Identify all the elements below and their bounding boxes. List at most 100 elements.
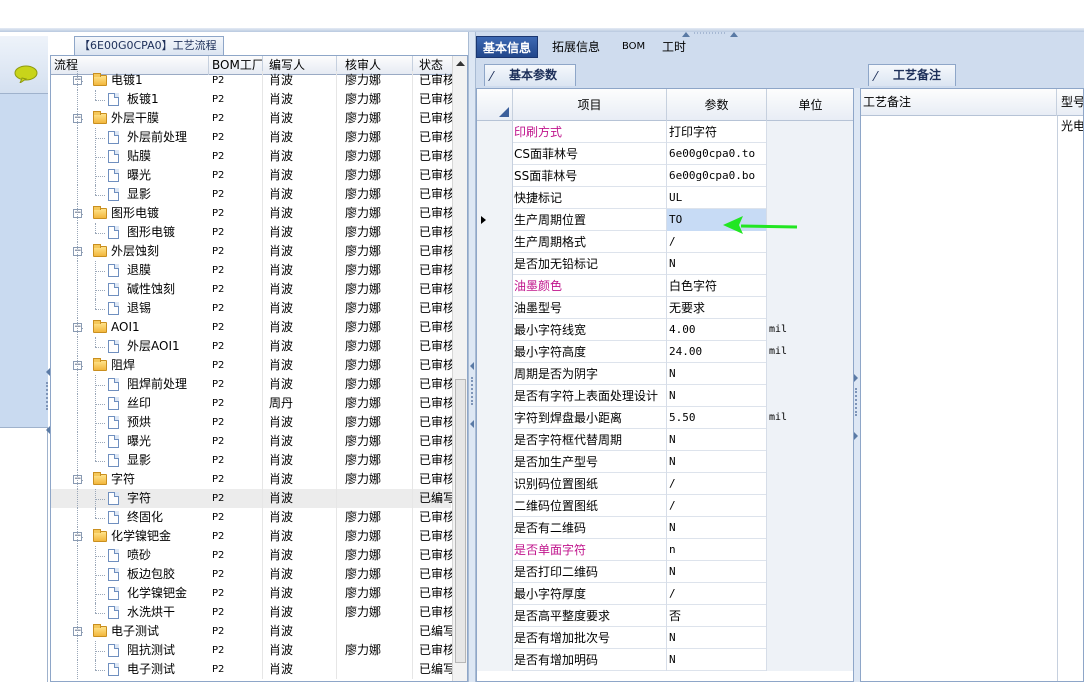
param-value[interactable]: N (667, 561, 767, 583)
param-row[interactable]: 二维码位置图纸 / (477, 495, 853, 517)
row-indicator[interactable] (477, 297, 513, 319)
param-value[interactable]: 打印字符 (667, 121, 767, 143)
table-row[interactable]: 阻抗测试 P2 肖波 廖力娜 已审核 (51, 641, 453, 660)
param-value[interactable]: 6e00g0cpa0.to (667, 143, 767, 165)
param-value[interactable]: / (667, 583, 767, 605)
tree-node[interactable]: − 外层干膜 (51, 109, 209, 128)
row-indicator[interactable] (477, 649, 513, 671)
row-indicator[interactable] (477, 583, 513, 605)
row-indicator[interactable] (477, 627, 513, 649)
row-indicator[interactable] (477, 341, 513, 363)
column-header-model[interactable]: 型号 (1060, 89, 1083, 116)
row-indicator[interactable] (477, 231, 513, 253)
row-indicator[interactable] (477, 451, 513, 473)
param-row[interactable]: 是否高平整度要求否 (477, 605, 853, 627)
table-row[interactable]: 显影 P2 肖波 廖力娜 已审核 (51, 185, 453, 204)
tab-extended-info[interactable]: 拓展信息 (546, 36, 606, 58)
tree-node[interactable]: 化学镍钯金 (51, 584, 209, 603)
table-row[interactable]: 碱性蚀刻 P2 肖波 廖力娜 已审核 (51, 280, 453, 299)
table-row[interactable]: − 化学镍钯金 P2 肖波 廖力娜 已审核 (51, 527, 453, 546)
row-indicator[interactable] (477, 517, 513, 539)
row-indicator[interactable] (477, 605, 513, 627)
table-row[interactable]: − AOI1 P2 肖波 廖力娜 已审核 (51, 318, 453, 337)
table-row[interactable]: 水洗烘干 P2 肖波 廖力娜 已审核 (51, 603, 453, 622)
tree-node[interactable]: 水洗烘干 (51, 603, 209, 622)
tree-node[interactable]: 碱性蚀刻 (51, 280, 209, 299)
process-notes-panel[interactable]: 工艺备注 型号 光电 (860, 88, 1084, 682)
row-indicator[interactable] (477, 253, 513, 275)
param-value[interactable]: N (667, 517, 767, 539)
param-value[interactable]: 6e00g0cpa0.bo (667, 165, 767, 187)
center-splitter-grip-icon[interactable] (471, 377, 473, 405)
splitter-grip-icon[interactable] (46, 382, 48, 410)
param-value[interactable]: 白色字符 (667, 275, 767, 297)
param-row[interactable]: 是否加无铅标记 N (477, 253, 853, 275)
tree-node[interactable]: 外层AOI1 (51, 337, 209, 356)
tree-node[interactable]: 字符 (51, 489, 209, 508)
param-value[interactable]: N (667, 627, 767, 649)
tree-node[interactable]: 阻焊前处理 (51, 375, 209, 394)
tree-node[interactable]: 丝印 (51, 394, 209, 413)
table-row[interactable]: 曝光 P2 肖波 廖力娜 已审核 (51, 432, 453, 451)
tree-node[interactable]: 退膜 (51, 261, 209, 280)
table-row[interactable]: 预烘 P2 肖波 廖力娜 已审核 (51, 413, 453, 432)
tree-node[interactable]: 板边包胶 (51, 565, 209, 584)
param-row[interactable]: 是否有增加明码 N (477, 649, 853, 671)
param-row[interactable]: 是否有增加批次号 N (477, 627, 853, 649)
tree-node[interactable]: − 字符 (51, 470, 209, 489)
tree-node[interactable]: 曝光 (51, 166, 209, 185)
table-row[interactable]: 显影 P2 肖波 廖力娜 已审核 (51, 451, 453, 470)
table-row[interactable]: − 外层蚀刻 P2 肖波 廖力娜 已审核 (51, 242, 453, 261)
tab-bom[interactable]: BOM (616, 36, 651, 58)
param-row[interactable]: 是否单面字符 n (477, 539, 853, 561)
tab-process-notes[interactable]: 工艺备注 (868, 64, 956, 86)
param-value[interactable]: / (667, 495, 767, 517)
row-indicator[interactable] (477, 165, 513, 187)
row-indicator[interactable] (477, 143, 513, 165)
param-row[interactable]: 油墨型号 无要求 (477, 297, 853, 319)
param-row[interactable]: 识别码位置图纸 / (477, 473, 853, 495)
scrollbar-thumb[interactable] (455, 379, 466, 663)
tree-node[interactable]: 阻抗测试 (51, 641, 209, 660)
tree-node[interactable]: 显影 (51, 185, 209, 204)
table-row[interactable]: 外层前处理 P2 肖波 廖力娜 已审核 (51, 128, 453, 147)
param-value[interactable]: 4.00 (667, 319, 767, 341)
param-value[interactable]: UL (667, 187, 767, 209)
row-indicator[interactable] (477, 561, 513, 583)
flow-scrollbar[interactable] (452, 56, 467, 681)
param-row[interactable]: 是否字符框代替周期 N (477, 429, 853, 451)
inner-splitter-arrow-icon[interactable] (854, 374, 858, 382)
process-flow-tree[interactable]: 流程 BOM工厂 编写人 核审人 状态 − 电镀1 P2 肖波 廖力娜 已审核 板镀1 P2 肖… (50, 55, 468, 682)
flow-panel-title[interactable]: 【6E00G0CPA0】工艺流程 (74, 36, 224, 55)
tree-node[interactable]: 显影 (51, 451, 209, 470)
row-indicator[interactable] (477, 363, 513, 385)
tree-node[interactable]: − AOI1 (51, 318, 209, 337)
param-value[interactable]: 24.00 (667, 341, 767, 363)
column-header-notes[interactable]: 工艺备注 (863, 89, 1057, 116)
param-value[interactable]: 无要求 (667, 297, 767, 319)
row-indicator[interactable] (477, 121, 513, 143)
param-row[interactable]: 是否加生产型号 N (477, 451, 853, 473)
center-splitter[interactable] (468, 32, 476, 682)
tree-node[interactable]: 电子测试 (51, 660, 209, 679)
table-row[interactable]: − 外层干膜 P2 肖波 廖力娜 已审核 (51, 109, 453, 128)
table-row[interactable]: 外层AOI1 P2 肖波 廖力娜 已审核 (51, 337, 453, 356)
row-indicator[interactable] (477, 385, 513, 407)
param-row[interactable]: 油墨颜色 白色字符 (477, 275, 853, 297)
param-value[interactable]: / (667, 473, 767, 495)
tree-node[interactable]: 贴膜 (51, 147, 209, 166)
param-value[interactable]: N (667, 649, 767, 671)
param-value[interactable]: N (667, 385, 767, 407)
param-row[interactable]: 是否有字符上表面处理设计 N (477, 385, 853, 407)
table-row[interactable]: − 阻焊 P2 肖波 廖力娜 已审核 (51, 356, 453, 375)
tree-node[interactable]: − 化学镍钯金 (51, 527, 209, 546)
tree-node[interactable]: 曝光 (51, 432, 209, 451)
tree-node[interactable]: 图形电镀 (51, 223, 209, 242)
table-row[interactable]: 丝印 P2 周丹 廖力娜 已审核 (51, 394, 453, 413)
splitter-arrow-left-icon-2[interactable] (470, 420, 474, 428)
tree-node[interactable]: 退锡 (51, 299, 209, 318)
row-indicator[interactable] (477, 209, 513, 231)
column-header-param[interactable]: 参数 (667, 89, 767, 121)
row-indicator[interactable] (477, 473, 513, 495)
table-row[interactable]: 板边包胶 P2 肖波 廖力娜 已审核 (51, 565, 453, 584)
